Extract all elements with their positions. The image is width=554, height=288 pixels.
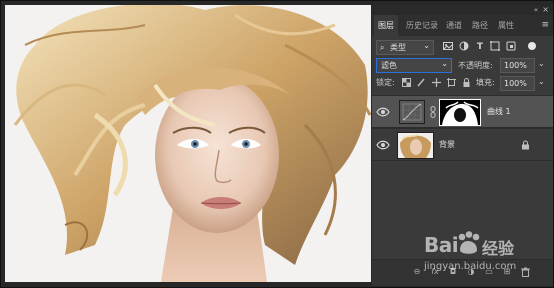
shape-filter-icon[interactable] — [489, 41, 501, 53]
fill-dropdown-icon[interactable]: ⌄ — [538, 77, 545, 86]
fill-value: 100% — [504, 79, 527, 88]
lock-transparent-icon[interactable] — [402, 78, 411, 87]
tab-channels[interactable]: 通道 — [442, 15, 466, 36]
blend-opacity-row: 滤色 ⌄ 不透明度: 100% ⌄ — [372, 56, 553, 74]
fill-label: 填充: — [476, 78, 495, 87]
tab-layers[interactable]: 图层 — [374, 15, 398, 36]
blend-mode-select[interactable]: 滤色 ⌄ — [376, 58, 452, 73]
collapse-panel-icon[interactable]: « — [534, 5, 538, 15]
blend-mode-value: 滤色 — [381, 61, 397, 70]
watermark-paw-icon — [456, 231, 480, 259]
visibility-eye-icon[interactable] — [376, 105, 390, 119]
watermark-brand: Bai — [424, 233, 459, 257]
panel-header-strip: « × — [372, 5, 553, 15]
portrait-photo — [5, 5, 371, 282]
close-panel-icon[interactable]: × — [542, 5, 549, 15]
background-layer-thumbnail — [397, 132, 434, 159]
fill-input[interactable]: 100% — [500, 76, 535, 91]
mask-link-icon[interactable] — [430, 106, 436, 120]
panel-tab-bar: 图层 历史记录 通道 路径 属性 ≡ — [372, 15, 553, 36]
filter-kind-label: 类型 — [390, 43, 406, 52]
lock-label: 锁定: — [376, 78, 395, 87]
lock-artboard-icon[interactable] — [447, 78, 456, 87]
filter-kind-select[interactable]: ⌕ 类型 ⌄ — [376, 40, 434, 55]
filter-toggle-icon[interactable] — [526, 41, 538, 53]
chevron-down-icon: ⌄ — [423, 41, 430, 50]
opacity-input[interactable]: 100% — [500, 58, 535, 73]
opacity-value: 100% — [504, 61, 527, 70]
watermark-url: jingyan.baidu.com — [424, 261, 517, 272]
layer-row-curves[interactable]: 曲线 1 — [372, 95, 553, 128]
image-filter-icon[interactable] — [442, 41, 454, 53]
delete-layer-icon[interactable] — [520, 267, 530, 277]
panel-menu-icon[interactable]: ≡ — [541, 15, 549, 36]
opacity-dropdown-icon[interactable]: ⌄ — [538, 59, 545, 68]
curves-adjustment-icon — [399, 100, 425, 124]
watermark-brand-text: Bai — [424, 233, 459, 257]
watermark-jingyan: 经验 — [482, 239, 515, 258]
layer-name[interactable]: 背景 — [439, 139, 455, 151]
chevron-down-icon: ⌄ — [441, 59, 448, 68]
link-layers-icon[interactable]: ⊖ — [412, 267, 422, 277]
layer-name[interactable]: 曲线 1 — [487, 106, 511, 118]
opacity-label: 不透明度: — [458, 61, 493, 70]
adjustment-filter-icon[interactable] — [458, 41, 470, 53]
search-icon: ⌕ — [380, 43, 385, 52]
lock-all-icon[interactable] — [462, 78, 471, 87]
type-filter-icon[interactable]: T — [474, 41, 486, 53]
tab-paths[interactable]: 路径 — [468, 15, 492, 36]
layer-filter-row: ⌕ 类型 ⌄ T — [372, 38, 553, 56]
document-canvas[interactable] — [5, 5, 371, 282]
tab-properties[interactable]: 属性 — [494, 15, 518, 36]
layer-mask-thumbnail[interactable] — [439, 99, 481, 126]
lock-icon — [521, 140, 530, 152]
lock-position-icon[interactable] — [432, 78, 441, 87]
tab-history[interactable]: 历史记录 — [402, 15, 442, 36]
lock-fill-row: 锁定: 填充: 100% ⌄ — [372, 74, 553, 92]
photoshop-window: « × 图层 历史记录 通道 路径 属性 ≡ ⌕ 类型 ⌄ T 滤色 ⌄ 不透明… — [0, 0, 554, 288]
visibility-eye-icon[interactable] — [376, 138, 390, 152]
smart-object-filter-icon[interactable] — [505, 41, 517, 53]
layer-row-background[interactable]: 背景 — [372, 128, 553, 161]
lock-pixels-icon[interactable] — [417, 78, 426, 87]
